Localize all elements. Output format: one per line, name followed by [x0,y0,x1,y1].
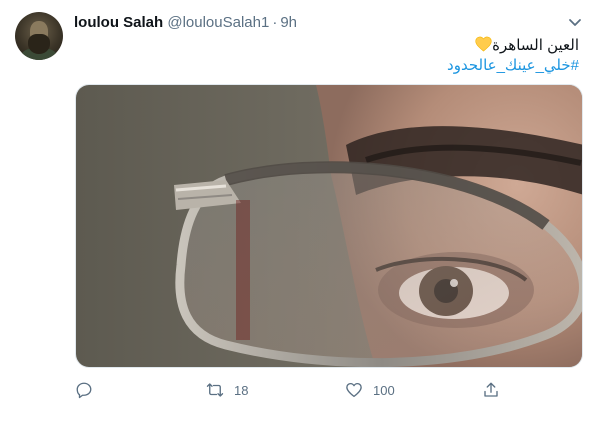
hashtag-link[interactable]: #خلي_عينك_عالحدود [447,56,579,74]
retweet-icon [206,383,224,397]
share-button[interactable] [482,378,500,402]
share-icon [484,382,498,397]
tweet-photo[interactable] [75,84,583,368]
author-handle[interactable]: @loulouSalah1 [167,14,269,31]
retweet-button[interactable]: 18 [206,378,248,402]
tweet-time[interactable]: 9h [280,14,297,31]
avatar[interactable] [15,12,63,60]
like-count: 100 [373,382,395,398]
tweet-card[interactable]: loulou Salah @loulouSalah1 · 9h العين السا… [0,0,595,423]
author-name[interactable]: loulou Salah [74,14,163,31]
chevron-down-icon[interactable] [567,14,583,30]
reply-button[interactable] [75,378,103,402]
yellow-heart-icon [475,36,492,52]
tweet-text: العين الساهرة [473,36,579,54]
separator-dot: · [272,14,278,31]
tweet-text-line1: العين الساهرة [492,37,579,54]
retweet-count: 18 [234,382,249,398]
reply-icon [76,382,92,399]
tweet-actions: 18 100 [0,378,595,404]
like-button[interactable]: 100 [345,378,395,402]
heart-icon [346,382,362,398]
eyeglasses-photo [76,85,582,367]
tweet-header: loulou Salah @loulouSalah1 · 9h [74,14,297,34]
avatar-beard [28,34,50,54]
